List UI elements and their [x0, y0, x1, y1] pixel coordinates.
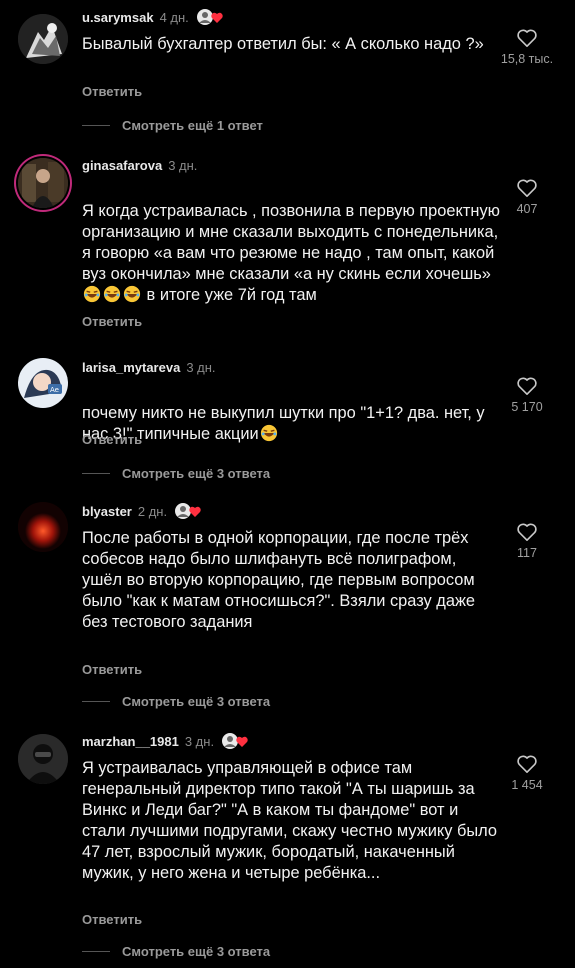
- comment-age: 4 дн.: [159, 9, 189, 25]
- avatar[interactable]: Ae: [18, 358, 68, 408]
- heart-outline-icon[interactable]: [516, 178, 538, 198]
- avatar[interactable]: [18, 734, 68, 784]
- reply-button[interactable]: Ответить: [82, 314, 142, 329]
- reply-button[interactable]: Ответить: [82, 432, 142, 447]
- reply-button[interactable]: Ответить: [82, 662, 142, 677]
- comment-age: 2 дн.: [137, 503, 168, 519]
- reply-button[interactable]: Ответить: [82, 84, 142, 99]
- view-more-replies-button[interactable]: Смотреть ещё 1 ответ: [82, 118, 263, 133]
- comment-text-part: почему никто не выкупил шутки про "1+1? …: [82, 404, 485, 443]
- divider: [82, 951, 110, 952]
- comment-age: 3 дн.: [168, 157, 198, 173]
- heart-outline-icon[interactable]: [516, 376, 538, 396]
- comment-age: 3 дн.: [184, 733, 215, 749]
- comment-text: Я устраивалась управляющей в офисе там г…: [82, 759, 497, 882]
- view-more-replies-button[interactable]: Смотреть ещё 3 ответа: [82, 466, 270, 481]
- username[interactable]: marzhan__1981: [82, 734, 179, 749]
- heart-outline-icon[interactable]: [516, 522, 538, 542]
- comment-text-part: в итоге уже 7й год там: [142, 286, 317, 304]
- divider: [82, 125, 110, 126]
- author-liked-icon: [173, 502, 203, 520]
- emoji-laugh: [259, 424, 279, 443]
- username[interactable]: ginasafarova: [82, 158, 162, 173]
- view-more-replies-label[interactable]: Смотреть ещё 3 ответа: [122, 694, 270, 709]
- view-more-replies-button[interactable]: Смотреть ещё 3 ответа: [82, 944, 270, 959]
- reply-button[interactable]: Ответить: [82, 912, 142, 927]
- view-more-replies-label[interactable]: Смотреть ещё 3 ответа: [122, 944, 270, 959]
- heart-outline-icon[interactable]: [516, 754, 538, 774]
- author-liked-icon: [195, 8, 225, 26]
- divider: [82, 701, 110, 702]
- avatar[interactable]: [18, 14, 68, 64]
- username[interactable]: blyaster: [82, 504, 132, 519]
- username[interactable]: larisa_mytareva: [82, 360, 180, 375]
- avatar[interactable]: [18, 158, 68, 208]
- comment-text-part: Я когда устраивалась , позвонила в перву…: [82, 202, 500, 283]
- username[interactable]: u.sarymsak: [82, 10, 154, 25]
- emoji-laugh: [82, 285, 142, 304]
- view-more-replies-button[interactable]: Смотреть ещё 3 ответа: [82, 694, 270, 709]
- like-button[interactable]: 1 454: [497, 754, 557, 792]
- like-button[interactable]: 117: [497, 522, 557, 560]
- comment-text: После работы в одной корпорации, где пос…: [82, 529, 476, 631]
- like-button[interactable]: 5 170: [497, 376, 557, 414]
- divider: [82, 473, 110, 474]
- comment-text: Я когда устраивалась , позвонила в перву…: [82, 180, 500, 306]
- comment-age: 3 дн.: [186, 359, 216, 375]
- comment-text: почему никто не выкупил шутки про "1+1? …: [82, 382, 500, 445]
- like-count: 1 454: [511, 778, 543, 792]
- like-count: 407: [516, 202, 538, 216]
- view-more-replies-label[interactable]: Смотреть ещё 3 ответа: [122, 466, 270, 481]
- like-count: 15,8 тыс.: [500, 52, 554, 66]
- svg-text:Ae: Ae: [50, 386, 59, 394]
- author-liked-icon: [220, 732, 250, 750]
- comment-text: Бывалый бухгалтер ответил бы: « А скольк…: [82, 35, 484, 53]
- like-button[interactable]: 15,8 тыс.: [497, 28, 557, 66]
- avatar[interactable]: [18, 502, 68, 552]
- like-button[interactable]: 407: [497, 178, 557, 216]
- view-more-replies-label[interactable]: Смотреть ещё 1 ответ: [122, 118, 263, 133]
- like-count: 5 170: [511, 400, 543, 414]
- heart-outline-icon[interactable]: [516, 28, 538, 48]
- like-count: 117: [517, 546, 537, 560]
